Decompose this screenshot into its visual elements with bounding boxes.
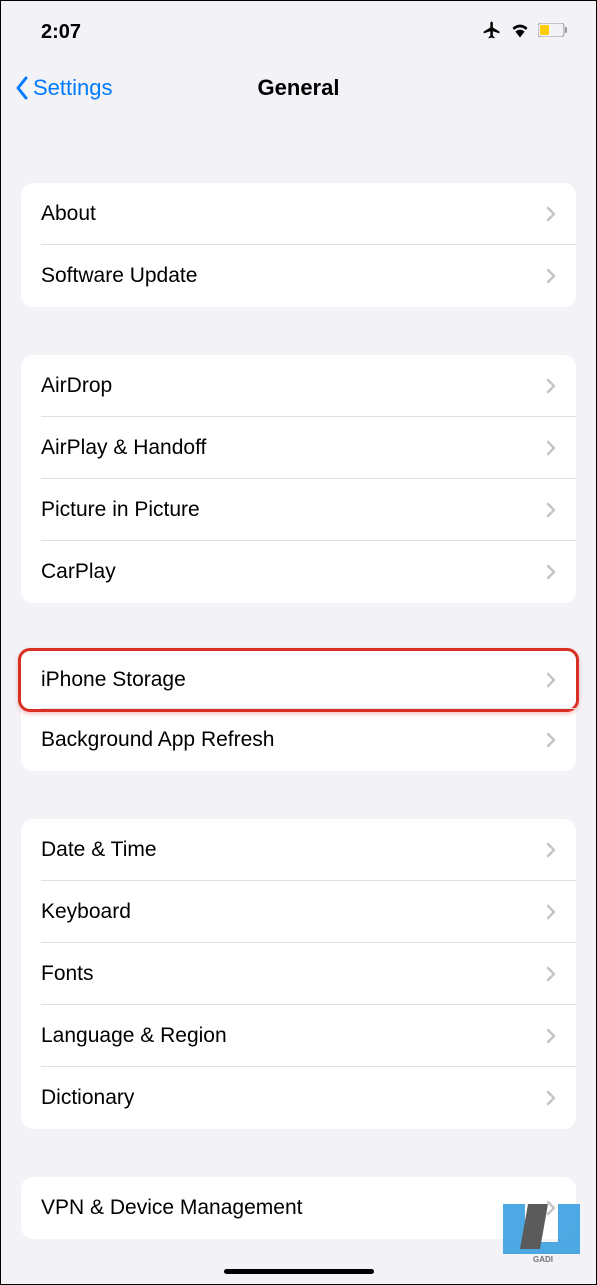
airplane-icon <box>482 20 502 45</box>
page-title: General <box>258 75 340 101</box>
row-label: Background App Refresh <box>41 728 274 752</box>
row-airdrop[interactable]: AirDrop <box>21 355 576 417</box>
settings-group: iPhone Storage Background App Refresh <box>21 648 576 771</box>
status-icons <box>482 20 568 45</box>
row-label: Keyboard <box>41 900 131 924</box>
row-label: Date & Time <box>41 838 157 862</box>
chevron-right-icon <box>546 966 556 982</box>
settings-group: About Software Update <box>21 183 576 307</box>
chevron-right-icon <box>546 564 556 580</box>
chevron-right-icon <box>546 206 556 222</box>
row-label: CarPlay <box>41 560 116 584</box>
row-carplay[interactable]: CarPlay <box>21 541 576 603</box>
status-bar: 2:07 <box>1 1 596 59</box>
home-indicator[interactable] <box>224 1269 374 1274</box>
chevron-right-icon <box>546 268 556 284</box>
chevron-left-icon <box>15 76 29 100</box>
row-keyboard[interactable]: Keyboard <box>21 881 576 943</box>
row-background-app-refresh[interactable]: Background App Refresh <box>21 709 576 771</box>
chevron-right-icon <box>546 842 556 858</box>
row-language-region[interactable]: Language & Region <box>21 1005 576 1067</box>
row-about[interactable]: About <box>21 183 576 245</box>
content: About Software Update AirDrop AirPlay & … <box>1 183 596 1239</box>
row-label: Dictionary <box>41 1086 134 1110</box>
chevron-right-icon <box>546 904 556 920</box>
row-label: Picture in Picture <box>41 498 200 522</box>
row-label: Language & Region <box>41 1024 227 1048</box>
chevron-right-icon <box>546 378 556 394</box>
chevron-right-icon <box>546 1028 556 1044</box>
row-vpn-device-management[interactable]: VPN & Device Management <box>21 1177 576 1239</box>
settings-group: Date & Time Keyboard Fonts Language & Re… <box>21 819 576 1129</box>
back-label: Settings <box>33 75 113 101</box>
row-iphone-storage[interactable]: iPhone Storage <box>18 648 579 712</box>
row-label: Fonts <box>41 962 94 986</box>
nav-bar: Settings General <box>1 59 596 129</box>
wifi-icon <box>510 22 530 43</box>
row-picture-in-picture[interactable]: Picture in Picture <box>21 479 576 541</box>
settings-group: VPN & Device Management <box>21 1177 576 1239</box>
row-fonts[interactable]: Fonts <box>21 943 576 1005</box>
battery-icon <box>538 23 568 42</box>
chevron-right-icon <box>546 672 556 688</box>
row-label: AirDrop <box>41 374 112 398</box>
row-airplay-handoff[interactable]: AirPlay & Handoff <box>21 417 576 479</box>
svg-text:GADI: GADI <box>533 1255 553 1264</box>
watermark-logo: GADI <box>498 1194 588 1264</box>
row-label: VPN & Device Management <box>41 1196 302 1220</box>
row-label: iPhone Storage <box>41 668 186 692</box>
row-label: Software Update <box>41 264 197 288</box>
row-label: About <box>41 202 96 226</box>
chevron-right-icon <box>546 502 556 518</box>
row-label: AirPlay & Handoff <box>41 436 206 460</box>
row-dictionary[interactable]: Dictionary <box>21 1067 576 1129</box>
row-date-time[interactable]: Date & Time <box>21 819 576 881</box>
chevron-right-icon <box>546 440 556 456</box>
chevron-right-icon <box>546 732 556 748</box>
back-button[interactable]: Settings <box>15 75 113 101</box>
row-software-update[interactable]: Software Update <box>21 245 576 307</box>
status-time: 2:07 <box>41 21 81 44</box>
chevron-right-icon <box>546 1090 556 1106</box>
settings-group: AirDrop AirPlay & Handoff Picture in Pic… <box>21 355 576 603</box>
